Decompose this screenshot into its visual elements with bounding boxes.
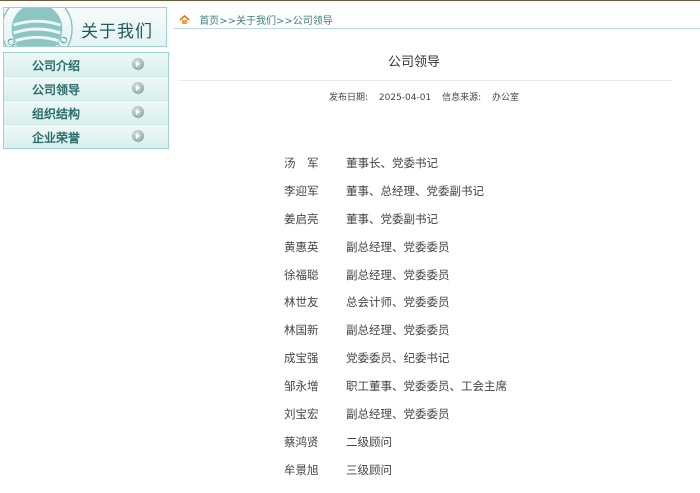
sidebar-title: 关于我们: [81, 22, 153, 42]
top-border: [0, 0, 700, 1]
breadcrumb-separator: >>: [275, 16, 293, 27]
leader-name: 牟景旭: [284, 462, 319, 477]
sidebar-item-label: 公司介绍: [32, 59, 81, 73]
leader-name: 汤 军: [284, 156, 319, 170]
sidebar-item-honors[interactable]: 企业荣誉: [4, 124, 168, 148]
list-item: 姜启亮 董事、党委副书记: [284, 211, 664, 239]
breadcrumb-home-link[interactable]: 首页: [199, 16, 219, 27]
leader-name: 蔡鸿贤: [284, 434, 319, 449]
leader-role: 二级顾问: [346, 434, 392, 449]
leader-name: 黄惠英: [284, 239, 319, 254]
sidebar-menu: 公司介绍 公司领导 组织结构 企业荣誉: [3, 52, 169, 149]
publish-date-label: 发布日期:: [328, 93, 369, 103]
sidebar-item-label: 企业荣誉: [32, 131, 81, 145]
list-item: 林国新 副总经理、党委委员: [284, 322, 664, 350]
list-item: 汤 军 董事长、党委书记: [284, 155, 664, 183]
leader-role: 董事、党委副书记: [346, 211, 438, 226]
leader-role: 总会计师、党委委员: [346, 295, 450, 310]
leader-name: 林国新: [284, 323, 319, 338]
leader-role: 董事、总经理、党委副书记: [346, 183, 484, 198]
list-item: 黄惠英 副总经理、党委委员: [284, 239, 664, 267]
breadcrumb-current-link[interactable]: 公司领导: [293, 16, 333, 27]
list-item: 林世友 总会计师、党委委员: [284, 294, 664, 322]
leader-role: 党委委员、纪委书记: [346, 351, 450, 366]
sidebar-item-label: 组织结构: [32, 107, 81, 121]
breadcrumb: 首页>>关于我们>>公司领导: [179, 12, 333, 27]
list-item: 牟景旭 三级顾问: [284, 462, 664, 490]
leader-name: 李迎军: [284, 183, 319, 198]
page-title: 公司领导: [387, 55, 440, 70]
list-item: 刘宝宏 副总经理、党委委员: [284, 406, 664, 434]
arrow-right-icon: [132, 130, 144, 142]
leader-name: 邹永增: [284, 379, 319, 394]
leader-name: 刘宝宏: [284, 407, 319, 422]
list-item: 徐福聪 副总经理、党委委员: [284, 267, 664, 295]
leader-name: 林世友: [284, 295, 319, 310]
arrow-right-icon: [132, 58, 144, 70]
company-logo: CORPORATION OF: [4, 8, 73, 46]
sidebar-item-company-intro[interactable]: 公司介绍: [4, 53, 168, 76]
leader-role: 董事长、党委书记: [346, 156, 438, 170]
leader-role: 三级顾问: [346, 462, 392, 477]
article-meta: 发布日期: 2025-04-01 信息来源: 办公室: [174, 90, 674, 103]
leader-role: 副总经理、党委委员: [346, 239, 450, 254]
list-item: 邹永增 职工董事、党委委员、工会主席: [284, 378, 664, 406]
title-divider: [178, 80, 672, 81]
sidebar-header: CORPORATION OF 关于我们: [3, 7, 167, 47]
sidebar-item-label: 公司领导: [32, 83, 81, 97]
publish-date: 2025-04-01: [378, 93, 432, 103]
leader-role: 副总经理、党委委员: [346, 407, 450, 422]
leader-name: 成宝强: [284, 351, 319, 366]
source-value: 办公室: [492, 93, 520, 103]
home-icon: [179, 15, 190, 24]
leader-name: 徐福聪: [284, 267, 319, 282]
leader-role: 副总经理、党委委员: [346, 323, 450, 338]
leader-role: 副总经理、党委委员: [346, 267, 450, 282]
breadcrumb-about-link[interactable]: 关于我们: [236, 16, 276, 27]
sidebar-item-org-structure[interactable]: 组织结构: [4, 100, 168, 124]
leaders-list: 汤 军董事长、党委书记 李迎军 董事、总经理、党委副书记 姜启亮 董事、党委副书记 …: [284, 155, 664, 490]
leader-role: 职工董事、党委委员、工会主席: [346, 379, 507, 394]
list-item: 成宝强 党委委员、纪委书记: [284, 350, 664, 378]
source-label: 信息来源:: [442, 93, 482, 103]
leader-name: 姜启亮: [284, 211, 319, 226]
sidebar-item-company-leaders[interactable]: 公司领导: [4, 76, 168, 100]
breadcrumb-separator: >>: [219, 16, 236, 27]
list-item: 李迎军 董事、总经理、党委副书记: [284, 183, 664, 211]
arrow-right-icon: [132, 106, 144, 118]
arrow-right-icon: [132, 82, 144, 94]
list-item: 蔡鸿贤 二级顾问: [284, 434, 664, 462]
breadcrumb-divider: [174, 28, 700, 29]
